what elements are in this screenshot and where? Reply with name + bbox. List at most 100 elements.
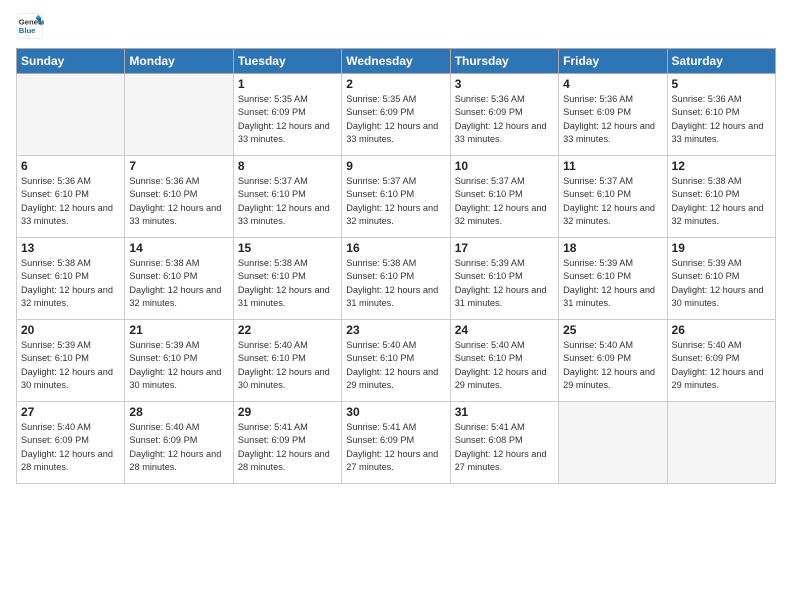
calendar-cell: 29 Sunrise: 5:41 AM Sunset: 6:09 PM Dayl… [233, 402, 341, 484]
day-number: 20 [21, 323, 120, 337]
day-number: 21 [129, 323, 228, 337]
calendar-cell: 19 Sunrise: 5:39 AM Sunset: 6:10 PM Dayl… [667, 238, 775, 320]
day-number: 19 [672, 241, 771, 255]
day-number: 29 [238, 405, 337, 419]
day-info: Sunrise: 5:39 AM Sunset: 6:10 PM Dayligh… [672, 257, 771, 310]
day-info: Sunrise: 5:37 AM Sunset: 6:10 PM Dayligh… [238, 175, 337, 228]
calendar-cell: 23 Sunrise: 5:40 AM Sunset: 6:10 PM Dayl… [342, 320, 450, 402]
day-number: 13 [21, 241, 120, 255]
day-number: 1 [238, 77, 337, 91]
day-number: 2 [346, 77, 445, 91]
day-info: Sunrise: 5:39 AM Sunset: 6:10 PM Dayligh… [21, 339, 120, 392]
calendar-cell: 16 Sunrise: 5:38 AM Sunset: 6:10 PM Dayl… [342, 238, 450, 320]
calendar-cell: 2 Sunrise: 5:35 AM Sunset: 6:09 PM Dayli… [342, 74, 450, 156]
day-number: 4 [563, 77, 662, 91]
day-info: Sunrise: 5:40 AM Sunset: 6:10 PM Dayligh… [455, 339, 554, 392]
day-number: 24 [455, 323, 554, 337]
day-number: 22 [238, 323, 337, 337]
calendar-cell: 11 Sunrise: 5:37 AM Sunset: 6:10 PM Dayl… [559, 156, 667, 238]
calendar-cell: 20 Sunrise: 5:39 AM Sunset: 6:10 PM Dayl… [17, 320, 125, 402]
calendar-cell: 4 Sunrise: 5:36 AM Sunset: 6:09 PM Dayli… [559, 74, 667, 156]
weekday-header-row: SundayMondayTuesdayWednesdayThursdayFrid… [17, 49, 776, 74]
calendar-cell: 13 Sunrise: 5:38 AM Sunset: 6:10 PM Dayl… [17, 238, 125, 320]
day-info: Sunrise: 5:36 AM Sunset: 6:09 PM Dayligh… [455, 93, 554, 146]
calendar-cell: 22 Sunrise: 5:40 AM Sunset: 6:10 PM Dayl… [233, 320, 341, 402]
day-number: 12 [672, 159, 771, 173]
day-info: Sunrise: 5:40 AM Sunset: 6:10 PM Dayligh… [238, 339, 337, 392]
day-info: Sunrise: 5:40 AM Sunset: 6:09 PM Dayligh… [672, 339, 771, 392]
day-info: Sunrise: 5:41 AM Sunset: 6:08 PM Dayligh… [455, 421, 554, 474]
day-info: Sunrise: 5:37 AM Sunset: 6:10 PM Dayligh… [346, 175, 445, 228]
calendar-cell: 1 Sunrise: 5:35 AM Sunset: 6:09 PM Dayli… [233, 74, 341, 156]
day-info: Sunrise: 5:35 AM Sunset: 6:09 PM Dayligh… [346, 93, 445, 146]
week-row-3: 13 Sunrise: 5:38 AM Sunset: 6:10 PM Dayl… [17, 238, 776, 320]
calendar-cell: 7 Sunrise: 5:36 AM Sunset: 6:10 PM Dayli… [125, 156, 233, 238]
weekday-monday: Monday [125, 49, 233, 74]
day-number: 27 [21, 405, 120, 419]
day-info: Sunrise: 5:39 AM Sunset: 6:10 PM Dayligh… [455, 257, 554, 310]
calendar-cell: 17 Sunrise: 5:39 AM Sunset: 6:10 PM Dayl… [450, 238, 558, 320]
calendar-cell: 6 Sunrise: 5:36 AM Sunset: 6:10 PM Dayli… [17, 156, 125, 238]
day-info: Sunrise: 5:39 AM Sunset: 6:10 PM Dayligh… [563, 257, 662, 310]
calendar-cell: 8 Sunrise: 5:37 AM Sunset: 6:10 PM Dayli… [233, 156, 341, 238]
calendar-cell [125, 74, 233, 156]
weekday-saturday: Saturday [667, 49, 775, 74]
week-row-2: 6 Sunrise: 5:36 AM Sunset: 6:10 PM Dayli… [17, 156, 776, 238]
day-number: 25 [563, 323, 662, 337]
day-number: 30 [346, 405, 445, 419]
day-info: Sunrise: 5:38 AM Sunset: 6:10 PM Dayligh… [129, 257, 228, 310]
day-number: 31 [455, 405, 554, 419]
day-number: 11 [563, 159, 662, 173]
day-number: 15 [238, 241, 337, 255]
day-info: Sunrise: 5:37 AM Sunset: 6:10 PM Dayligh… [455, 175, 554, 228]
weekday-tuesday: Tuesday [233, 49, 341, 74]
weekday-friday: Friday [559, 49, 667, 74]
weekday-wednesday: Wednesday [342, 49, 450, 74]
weekday-sunday: Sunday [17, 49, 125, 74]
header: General Blue [16, 12, 776, 40]
week-row-1: 1 Sunrise: 5:35 AM Sunset: 6:09 PM Dayli… [17, 74, 776, 156]
calendar-cell: 3 Sunrise: 5:36 AM Sunset: 6:09 PM Dayli… [450, 74, 558, 156]
day-info: Sunrise: 5:38 AM Sunset: 6:10 PM Dayligh… [238, 257, 337, 310]
day-info: Sunrise: 5:37 AM Sunset: 6:10 PM Dayligh… [563, 175, 662, 228]
day-info: Sunrise: 5:36 AM Sunset: 6:10 PM Dayligh… [672, 93, 771, 146]
calendar-cell [17, 74, 125, 156]
calendar-cell: 14 Sunrise: 5:38 AM Sunset: 6:10 PM Dayl… [125, 238, 233, 320]
calendar-cell: 24 Sunrise: 5:40 AM Sunset: 6:10 PM Dayl… [450, 320, 558, 402]
day-info: Sunrise: 5:38 AM Sunset: 6:10 PM Dayligh… [346, 257, 445, 310]
day-info: Sunrise: 5:38 AM Sunset: 6:10 PM Dayligh… [672, 175, 771, 228]
day-number: 18 [563, 241, 662, 255]
day-info: Sunrise: 5:36 AM Sunset: 6:09 PM Dayligh… [563, 93, 662, 146]
calendar-cell [667, 402, 775, 484]
calendar-cell: 27 Sunrise: 5:40 AM Sunset: 6:09 PM Dayl… [17, 402, 125, 484]
day-number: 17 [455, 241, 554, 255]
day-number: 16 [346, 241, 445, 255]
weekday-thursday: Thursday [450, 49, 558, 74]
calendar-cell: 31 Sunrise: 5:41 AM Sunset: 6:08 PM Dayl… [450, 402, 558, 484]
calendar-cell: 10 Sunrise: 5:37 AM Sunset: 6:10 PM Dayl… [450, 156, 558, 238]
day-number: 5 [672, 77, 771, 91]
day-number: 10 [455, 159, 554, 173]
day-info: Sunrise: 5:38 AM Sunset: 6:10 PM Dayligh… [21, 257, 120, 310]
day-number: 3 [455, 77, 554, 91]
day-info: Sunrise: 5:35 AM Sunset: 6:09 PM Dayligh… [238, 93, 337, 146]
day-info: Sunrise: 5:40 AM Sunset: 6:09 PM Dayligh… [21, 421, 120, 474]
calendar-table: SundayMondayTuesdayWednesdayThursdayFrid… [16, 48, 776, 484]
day-info: Sunrise: 5:36 AM Sunset: 6:10 PM Dayligh… [129, 175, 228, 228]
calendar-cell: 15 Sunrise: 5:38 AM Sunset: 6:10 PM Dayl… [233, 238, 341, 320]
calendar-cell: 28 Sunrise: 5:40 AM Sunset: 6:09 PM Dayl… [125, 402, 233, 484]
day-info: Sunrise: 5:39 AM Sunset: 6:10 PM Dayligh… [129, 339, 228, 392]
day-number: 6 [21, 159, 120, 173]
calendar-cell: 21 Sunrise: 5:39 AM Sunset: 6:10 PM Dayl… [125, 320, 233, 402]
day-number: 23 [346, 323, 445, 337]
day-info: Sunrise: 5:36 AM Sunset: 6:10 PM Dayligh… [21, 175, 120, 228]
calendar-cell: 25 Sunrise: 5:40 AM Sunset: 6:09 PM Dayl… [559, 320, 667, 402]
day-number: 8 [238, 159, 337, 173]
svg-text:Blue: Blue [19, 26, 36, 35]
page: General Blue SundayMondayTuesdayWednesda… [0, 0, 792, 612]
day-number: 28 [129, 405, 228, 419]
day-info: Sunrise: 5:40 AM Sunset: 6:10 PM Dayligh… [346, 339, 445, 392]
calendar-cell: 9 Sunrise: 5:37 AM Sunset: 6:10 PM Dayli… [342, 156, 450, 238]
week-row-4: 20 Sunrise: 5:39 AM Sunset: 6:10 PM Dayl… [17, 320, 776, 402]
week-row-5: 27 Sunrise: 5:40 AM Sunset: 6:09 PM Dayl… [17, 402, 776, 484]
